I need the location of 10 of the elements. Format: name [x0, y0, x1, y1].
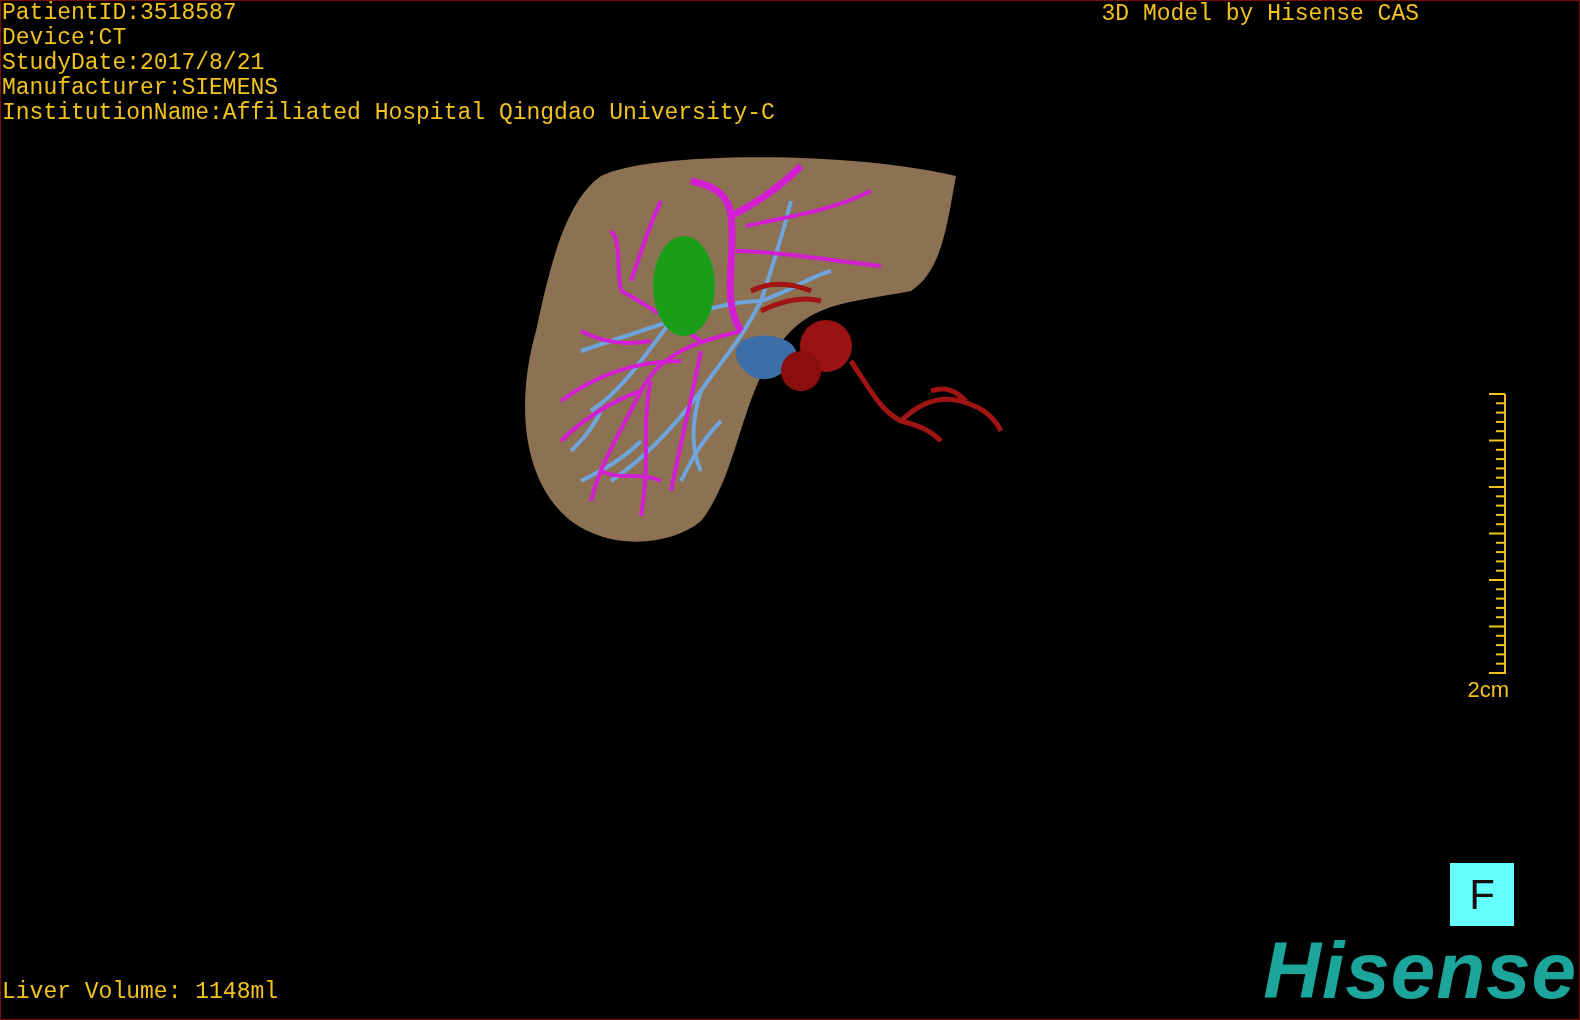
header-caption: 3D Model by Hisense CAS [1101, 2, 1419, 29]
study-info-line: StudyDate:2017/8/21 [2, 51, 266, 76]
study-info-line: Manufacturer:SIEMENS [2, 76, 280, 101]
study-info-line: InstitutionName:Affiliated Hospital Qingdao University-C [2, 101, 775, 126]
study-info-line: PatientID:3518587 [2, 1, 238, 26]
scale-label: 2cm [1467, 677, 1509, 702]
liver-volume: Liver Volume: 1148ml [2, 980, 279, 1005]
study-info-line: Device:CT [2, 26, 128, 51]
logo: Hisense [1263, 929, 1577, 1013]
orientation-marker: F [1450, 863, 1514, 926]
